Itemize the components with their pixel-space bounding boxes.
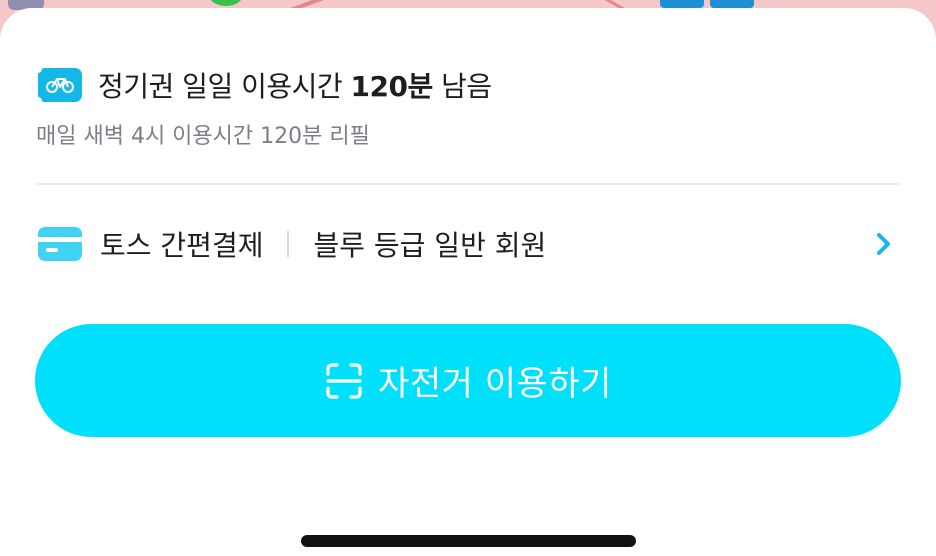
bike-icon: [34, 65, 82, 105]
use-bike-label: 자전거 이용하기: [378, 364, 612, 404]
bottom-sheet: 정기권 일일 이용시간 120분 남음 매일 새벽 4시 이용시간 120분 리…: [0, 8, 936, 556]
map-marker: [208, 0, 244, 6]
remaining-time: 120분: [350, 70, 434, 103]
pass-status-row: 정기권 일일 이용시간 120분 남음: [34, 65, 492, 105]
home-indicator[interactable]: [301, 535, 636, 547]
map-station-marker: [710, 0, 754, 8]
pass-title: 정기권 일일 이용시간 120분 남음: [98, 70, 492, 103]
payment-method: 토스 간편결제: [100, 229, 264, 262]
divider: [36, 183, 900, 185]
pass-refill-info: 매일 새벽 4시 이용시간 120분 리필: [36, 124, 370, 149]
qr-scan-icon: [326, 362, 362, 399]
map-station-marker: [660, 0, 704, 8]
membership-grade: 블루 등급 일반 회원: [313, 229, 547, 262]
use-bike-button[interactable]: 자전거 이용하기: [35, 324, 901, 437]
credit-card-icon: [38, 227, 82, 261]
separator: [287, 231, 290, 257]
chevron-right-icon[interactable]: [870, 230, 898, 258]
payment-row[interactable]: 토스 간편결제 블루 등급 일반 회원: [38, 222, 898, 266]
